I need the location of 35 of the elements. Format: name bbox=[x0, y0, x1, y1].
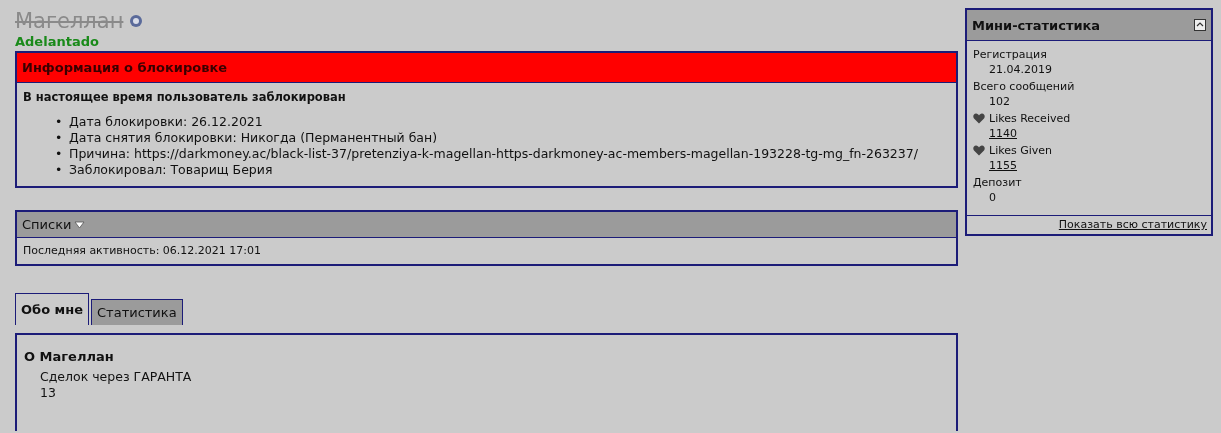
stat-label: Likes Received bbox=[989, 111, 1071, 126]
stat-label: Депозит bbox=[973, 175, 1022, 190]
field-value: 13 bbox=[40, 385, 57, 401]
bullet: • bbox=[55, 130, 64, 146]
tab[interactable]: Статистика bbox=[91, 299, 183, 325]
last-activity: Последняя активность: 06.12.2021 17:01 bbox=[23, 244, 262, 257]
user-title: Adelantado bbox=[15, 34, 100, 49]
bullet: • bbox=[55, 146, 64, 162]
stat-link[interactable]: 1140 bbox=[973, 126, 1205, 141]
stat-value: 21.04.2019 bbox=[988, 62, 1053, 77]
ban-detail: Причина: https://darkmoney.ac/black-list-37/pretenziya-k-magellan-https-darkmoney-ac-members-magellan-193228-tg-mg_fn-263237/ bbox=[69, 146, 918, 162]
about-title: О Магеллан bbox=[24, 349, 115, 364]
bullet: • bbox=[55, 114, 64, 130]
ban-notice: В настоящее время пользователь заблокирован bbox=[23, 90, 347, 104]
lists-toggle[interactable]: Списки bbox=[22, 217, 72, 232]
heart-icon bbox=[973, 113, 985, 124]
dropdown-icon[interactable] bbox=[74, 220, 86, 229]
collapse-icon[interactable] bbox=[1194, 19, 1206, 31]
ban-detail: Заблокировал: Товарищ Берия bbox=[69, 162, 273, 178]
stat-link[interactable]: 1155 bbox=[973, 158, 1205, 173]
heart-icon bbox=[973, 145, 985, 156]
ban-detail: Дата блокировки: 26.12.2021 bbox=[69, 114, 263, 130]
bullet: • bbox=[55, 162, 64, 178]
ban-header: Информация о блокировке bbox=[17, 53, 956, 83]
stat-label: Likes Given bbox=[989, 143, 1052, 158]
username: Магеллан bbox=[15, 9, 124, 33]
stat-label: Всего сообщений bbox=[973, 79, 1075, 94]
stat-value: 102 bbox=[988, 94, 1011, 109]
stat-label: Регистрация bbox=[973, 47, 1047, 62]
show-all-stats-link[interactable]: Показать всю статистику bbox=[1058, 218, 1207, 231]
ban-detail: Дата снятия блокировки: Никогда (Перманентный бан) bbox=[69, 130, 438, 146]
stats-title: Мини-статистика bbox=[972, 17, 1101, 33]
tab[interactable]: Обо мне bbox=[15, 293, 89, 325]
stat-value: 0 bbox=[988, 190, 997, 205]
field-label: Сделок через ГАРАНТА bbox=[40, 369, 193, 385]
